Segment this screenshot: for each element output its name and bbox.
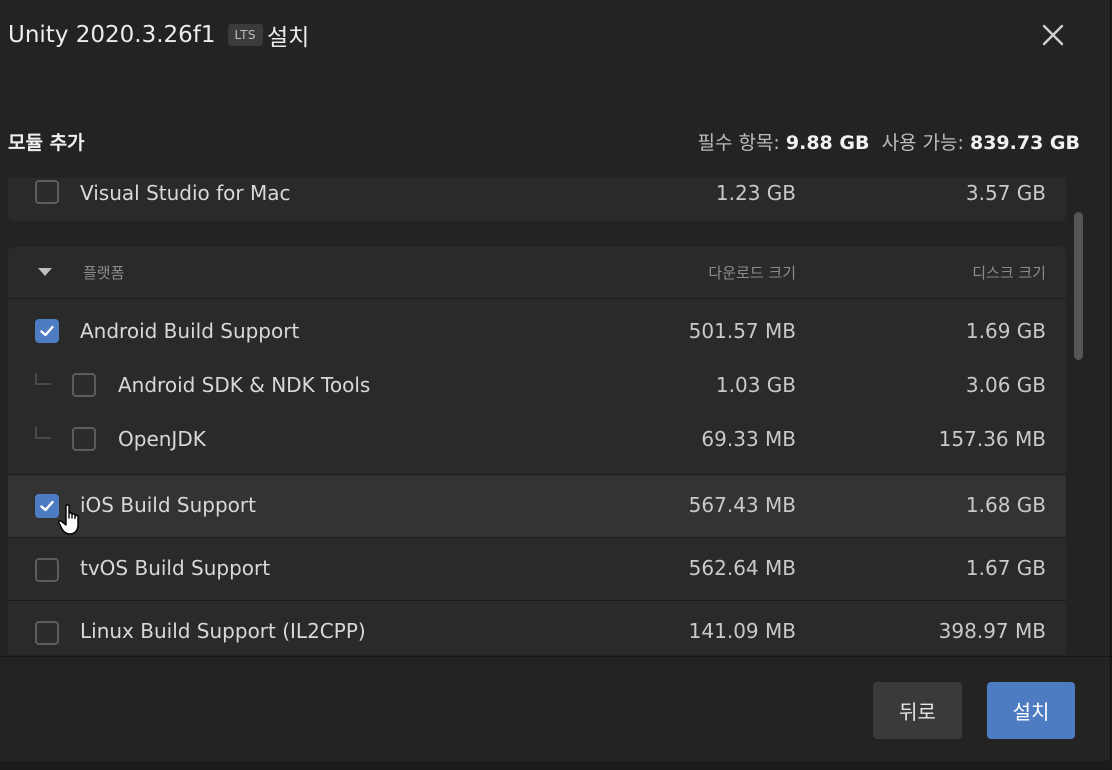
module-name: Visual Studio for Mac — [80, 181, 291, 205]
checkbox-android[interactable] — [35, 319, 59, 343]
dev-tools-card: Visual Studio for Mac 1.23 GB 3.57 GB — [8, 178, 1066, 221]
required-value: 9.88 GB — [785, 132, 870, 154]
platforms-header-label: 플랫폼 — [83, 264, 125, 282]
dialog-footer: 뒤로 설치 — [0, 656, 1110, 761]
install-dialog: Unity 2020.3.26f1 LTS 설치 모듈 추가 필수 항목: 9.… — [0, 0, 1111, 761]
module-name: iOS Build Support — [80, 493, 256, 517]
close-icon — [1042, 24, 1064, 46]
checkbox-tvos[interactable] — [35, 558, 59, 582]
scrollbar-thumb[interactable] — [1074, 212, 1083, 360]
checkbox-ios[interactable] — [35, 494, 59, 518]
close-button[interactable] — [1034, 16, 1072, 54]
dialog-title: Unity 2020.3.26f1 LTS 설치 — [8, 18, 309, 52]
module-row-openjdk[interactable]: OpenJDK 69.33 MB 157.36 MB — [8, 413, 1066, 471]
disk-size: 1.67 GB — [965, 556, 1046, 580]
module-list[interactable]: Visual Studio for Mac 1.23 GB 3.57 GB 플랫… — [8, 178, 1066, 655]
module-row-android-sdk[interactable]: Android SDK & NDK Tools 1.03 GB 3.06 GB — [8, 357, 1066, 413]
tree-connector-icon — [35, 427, 51, 439]
module-name: Android SDK & NDK Tools — [118, 373, 371, 397]
available-label: 사용 가능: — [881, 132, 964, 154]
module-name: tvOS Build Support — [80, 556, 271, 580]
download-size: 1.23 GB — [715, 181, 796, 205]
disk-size: 398.97 MB — [938, 619, 1046, 643]
check-icon — [40, 500, 54, 512]
space-info: 필수 항목: 9.88 GB 사용 가능: 839.73 GB — [697, 128, 1080, 155]
checkbox-android-sdk[interactable] — [72, 373, 96, 397]
download-size: 501.57 MB — [688, 319, 796, 343]
download-size: 1.03 GB — [715, 373, 796, 397]
disk-size: 1.69 GB — [965, 319, 1046, 343]
module-name: OpenJDK — [118, 427, 206, 451]
hand-cursor-icon — [58, 504, 79, 535]
platforms-header[interactable]: 플랫폼 다운로드 크기 디스크 크기 — [8, 247, 1066, 298]
tree-connector-icon — [35, 373, 51, 385]
disk-size: 157.36 MB — [938, 427, 1046, 451]
module-row-android[interactable]: Android Build Support 501.57 MB 1.69 GB — [8, 298, 1066, 357]
module-row-tvos[interactable]: tvOS Build Support 562.64 MB 1.67 GB — [8, 537, 1066, 600]
download-size: 141.09 MB — [688, 619, 796, 643]
dialog-title-suffix: 설치 — [267, 25, 310, 51]
platforms-card: 플랫폼 다운로드 크기 디스크 크기 Android Build Support… — [8, 247, 1066, 655]
module-name: Android Build Support — [80, 319, 300, 343]
download-size: 567.43 MB — [688, 493, 796, 517]
chevron-down-icon — [38, 268, 52, 276]
module-row-linux[interactable]: Linux Build Support (IL2CPP) 141.09 MB 3… — [8, 600, 1066, 655]
disk-size: 1.68 GB — [965, 493, 1046, 517]
download-column-header: 다운로드 크기 — [708, 264, 796, 282]
check-icon — [40, 325, 54, 337]
disk-size: 3.06 GB — [965, 373, 1046, 397]
download-size: 562.64 MB — [688, 556, 796, 580]
disk-column-header: 디스크 크기 — [972, 264, 1046, 282]
required-label: 필수 항목: — [697, 132, 780, 154]
checkbox-openjdk[interactable] — [72, 427, 96, 451]
available-value: 839.73 GB — [969, 132, 1080, 154]
back-button[interactable]: 뒤로 — [873, 682, 962, 739]
dialog-title-text: Unity 2020.3.26f1 — [8, 22, 216, 48]
module-row-ios[interactable]: iOS Build Support 567.43 MB 1.68 GB — [8, 474, 1066, 537]
install-button[interactable]: 설치 — [987, 682, 1075, 739]
section-title: 모듈 추가 — [8, 132, 85, 154]
checkbox-visual-studio[interactable] — [35, 180, 59, 204]
disk-size: 3.57 GB — [965, 181, 1046, 205]
download-size: 69.33 MB — [701, 427, 796, 451]
module-row-visual-studio[interactable]: Visual Studio for Mac 1.23 GB 3.57 GB — [8, 178, 1066, 221]
lts-badge: LTS — [227, 24, 264, 46]
module-name: Linux Build Support (IL2CPP) — [80, 619, 366, 643]
checkbox-linux[interactable] — [35, 621, 59, 645]
